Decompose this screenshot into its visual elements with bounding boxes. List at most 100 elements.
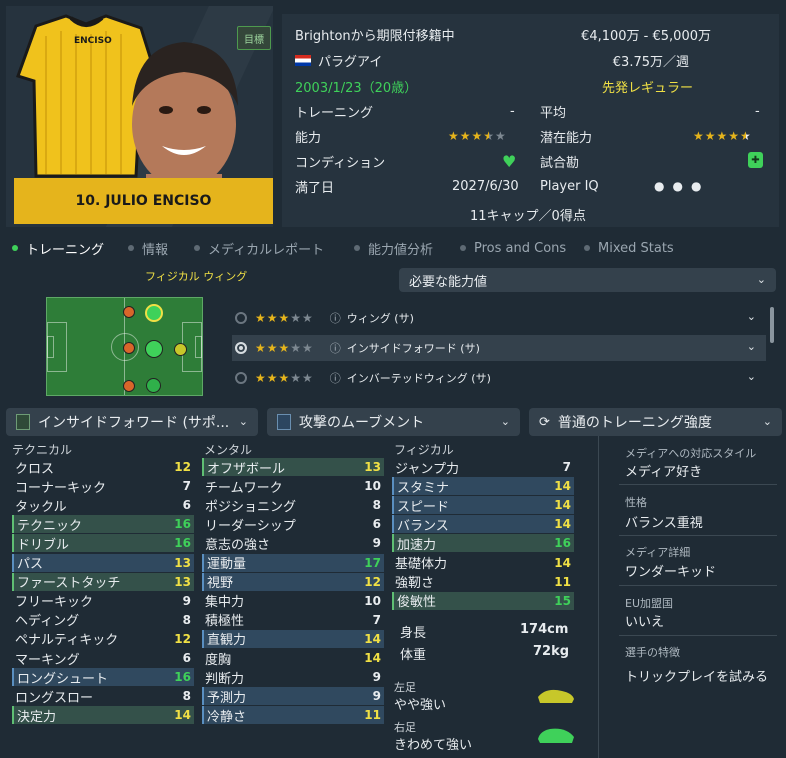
contract-value: 2027/6/30: [452, 178, 519, 194]
mental-attribute-row[interactable]: 直観力 14: [202, 629, 384, 649]
technical-attribute-row[interactable]: コーナーキック 7: [12, 477, 194, 496]
role-radio[interactable]: [235, 312, 247, 324]
role-dropdown[interactable]: インサイドフォワード (サポ... ⌄: [6, 408, 258, 436]
attribute-value: 10: [364, 593, 381, 608]
attribute-name: コーナーキック: [15, 480, 107, 496]
media-detail-value: ワンダーキッド: [625, 565, 717, 580]
sharpness-label: 試合勘: [540, 155, 580, 171]
role-label: インサイドフォワード (サ): [346, 342, 480, 355]
technical-attribute-row[interactable]: マーキング 6: [12, 649, 194, 668]
shirt-name: ENCISO: [74, 36, 112, 46]
physical-attribute-row[interactable]: 俊敏性 15: [392, 591, 574, 611]
chevron-down-icon[interactable]: ⌄: [747, 370, 756, 383]
mental-attribute-row[interactable]: ポジショニング 8: [202, 496, 384, 515]
technical-attribute-row[interactable]: ペナルティキック 12: [12, 630, 194, 649]
tab-attribute-analysis[interactable]: 能力値分析: [354, 236, 433, 260]
info-icon[interactable]: ⓘ: [330, 340, 341, 356]
right-foot-label: 右足: [394, 721, 416, 734]
attribute-name: スピード: [397, 499, 450, 515]
technical-attribute-row[interactable]: ロングシュート 16: [12, 668, 194, 687]
technical-attribute-row[interactable]: 決定力 14: [12, 706, 194, 725]
attribute-value: 9: [372, 689, 381, 704]
role-radio[interactable]: [235, 372, 247, 384]
technical-attribute-row[interactable]: ドリブル 16: [12, 534, 194, 553]
attribute-name: 判断力: [205, 671, 245, 687]
attribute-name: チームワーク: [205, 480, 283, 496]
tab-medical[interactable]: メディカルレポート: [194, 236, 324, 260]
attribute-name: テクニック: [17, 518, 83, 534]
physical-attribute-row[interactable]: 強靭さ 11: [392, 573, 574, 592]
tab-info[interactable]: 情報: [128, 236, 168, 260]
mental-attribute-row[interactable]: 視野 12: [202, 572, 384, 591]
tab-pros-and-cons[interactable]: Pros and Cons: [460, 236, 566, 260]
position-dot: [146, 378, 161, 393]
technical-attribute-row[interactable]: ロングスロー 8: [12, 687, 194, 706]
attribute-value: 14: [554, 479, 571, 494]
tab-bar: トレーニング 情報 メディカルレポート 能力値分析 Pros and Cons …: [6, 236, 786, 260]
attribute-value: 16: [174, 517, 191, 532]
contract-label: 満了日: [295, 180, 335, 196]
technical-attribute-row[interactable]: テクニック 16: [12, 515, 194, 534]
target-badge[interactable]: 目標: [237, 26, 271, 50]
training-label: トレーニング: [295, 105, 374, 121]
physical-attribute-row[interactable]: スタミナ 14: [392, 477, 574, 496]
mental-attribute-row[interactable]: 集中力 10: [202, 592, 384, 611]
chevron-down-icon[interactable]: ⌄: [747, 310, 756, 323]
physical-attribute-row[interactable]: ジャンプ力 7: [392, 458, 574, 477]
attribute-name: 集中力: [205, 595, 245, 611]
condition-heart-icon: ♥: [502, 151, 517, 171]
technical-attribute-row[interactable]: タックル 6: [12, 496, 194, 515]
technical-attribute-row[interactable]: ファーストタッチ 13: [12, 572, 194, 591]
attribute-name: 俊敏性: [397, 595, 437, 611]
chevron-down-icon: ⌄: [500, 415, 510, 428]
potential-stars: ★★★★ ★: [693, 129, 752, 143]
role-row-inverted-winger[interactable]: ★★★★★ ⓘ インバーテッドウィング (サ) ⌄: [232, 365, 766, 391]
mental-attribute-row[interactable]: 予測力 9: [202, 687, 384, 706]
technical-attribute-row[interactable]: クロス 12: [12, 458, 194, 477]
attribute-name: 直観力: [207, 633, 247, 649]
position-dot: [174, 343, 187, 356]
attribute-value: 13: [364, 460, 381, 474]
chevron-down-icon[interactable]: ⌄: [747, 340, 756, 353]
technical-attribute-row[interactable]: ヘディング 8: [12, 611, 194, 630]
technical-attribute-row[interactable]: パス 13: [12, 553, 194, 572]
mental-attribute-row[interactable]: 判断力 9: [202, 668, 384, 687]
role-row-winger[interactable]: ★★★★★ ⓘ ウィング (サ) ⌄: [232, 305, 766, 331]
tab-training[interactable]: トレーニング: [12, 236, 104, 260]
attribute-name: ポジショニング: [205, 499, 297, 515]
mental-attribute-row[interactable]: チームワーク 10: [202, 477, 384, 496]
physical-heading: フィジカル: [394, 443, 454, 457]
position-pitch[interactable]: [46, 297, 203, 396]
right-boot-icon: [538, 728, 574, 743]
nationality[interactable]: パラグアイ: [295, 48, 382, 72]
info-icon[interactable]: ⓘ: [330, 310, 341, 326]
attribute-name: 加速力: [397, 537, 437, 553]
physical-attribute-row[interactable]: 加速力 16: [392, 534, 574, 553]
mental-attribute-row[interactable]: 意志の強さ 9: [202, 534, 384, 553]
physical-attribute-row[interactable]: スピード 14: [392, 496, 574, 515]
technical-attribute-row[interactable]: フリーキック 9: [12, 592, 194, 611]
left-foot-label: 左足: [394, 681, 416, 694]
role-row-inside-forward[interactable]: ★★★★★ ⓘ インサイドフォワード (サ) ⌄: [232, 335, 766, 361]
physical-attribute-row[interactable]: 基礎体力 14: [392, 554, 574, 573]
mental-attribute-row[interactable]: 度胸 14: [202, 649, 384, 668]
info-icon[interactable]: ⓘ: [330, 370, 341, 386]
role-radio-selected[interactable]: [235, 342, 247, 354]
roles-scrollbar[interactable]: [770, 307, 774, 343]
mental-attribute-row[interactable]: 運動量 17: [202, 553, 384, 572]
chevron-down-icon: ⌄: [238, 415, 248, 428]
training-focus-dropdown[interactable]: 攻撃のムーブメント ⌄: [267, 408, 520, 436]
physical-attribute-row[interactable]: バランス 14: [392, 515, 574, 534]
attribute-name: 基礎体力: [395, 557, 448, 572]
mental-attribute-row[interactable]: 積極性 7: [202, 611, 384, 630]
required-attributes-dropdown[interactable]: 必要な能力値 ⌄: [399, 268, 776, 292]
mental-attribute-row[interactable]: リーダーシップ 6: [202, 515, 384, 534]
tab-mixed-stats[interactable]: Mixed Stats: [584, 236, 674, 260]
mental-attribute-row[interactable]: 冷静さ 11: [202, 706, 384, 725]
squad-status: 先発レギュラー: [602, 80, 694, 96]
training-intensity-dropdown[interactable]: ⟳ 普通のトレーニング強度 ⌄: [529, 408, 782, 436]
media-style-value: メディア好き: [625, 465, 703, 480]
mental-attribute-row[interactable]: オフザボール 13: [202, 458, 384, 477]
loan-status: Brightonから期限付移籍中: [295, 28, 455, 44]
training-value: -: [510, 103, 515, 119]
